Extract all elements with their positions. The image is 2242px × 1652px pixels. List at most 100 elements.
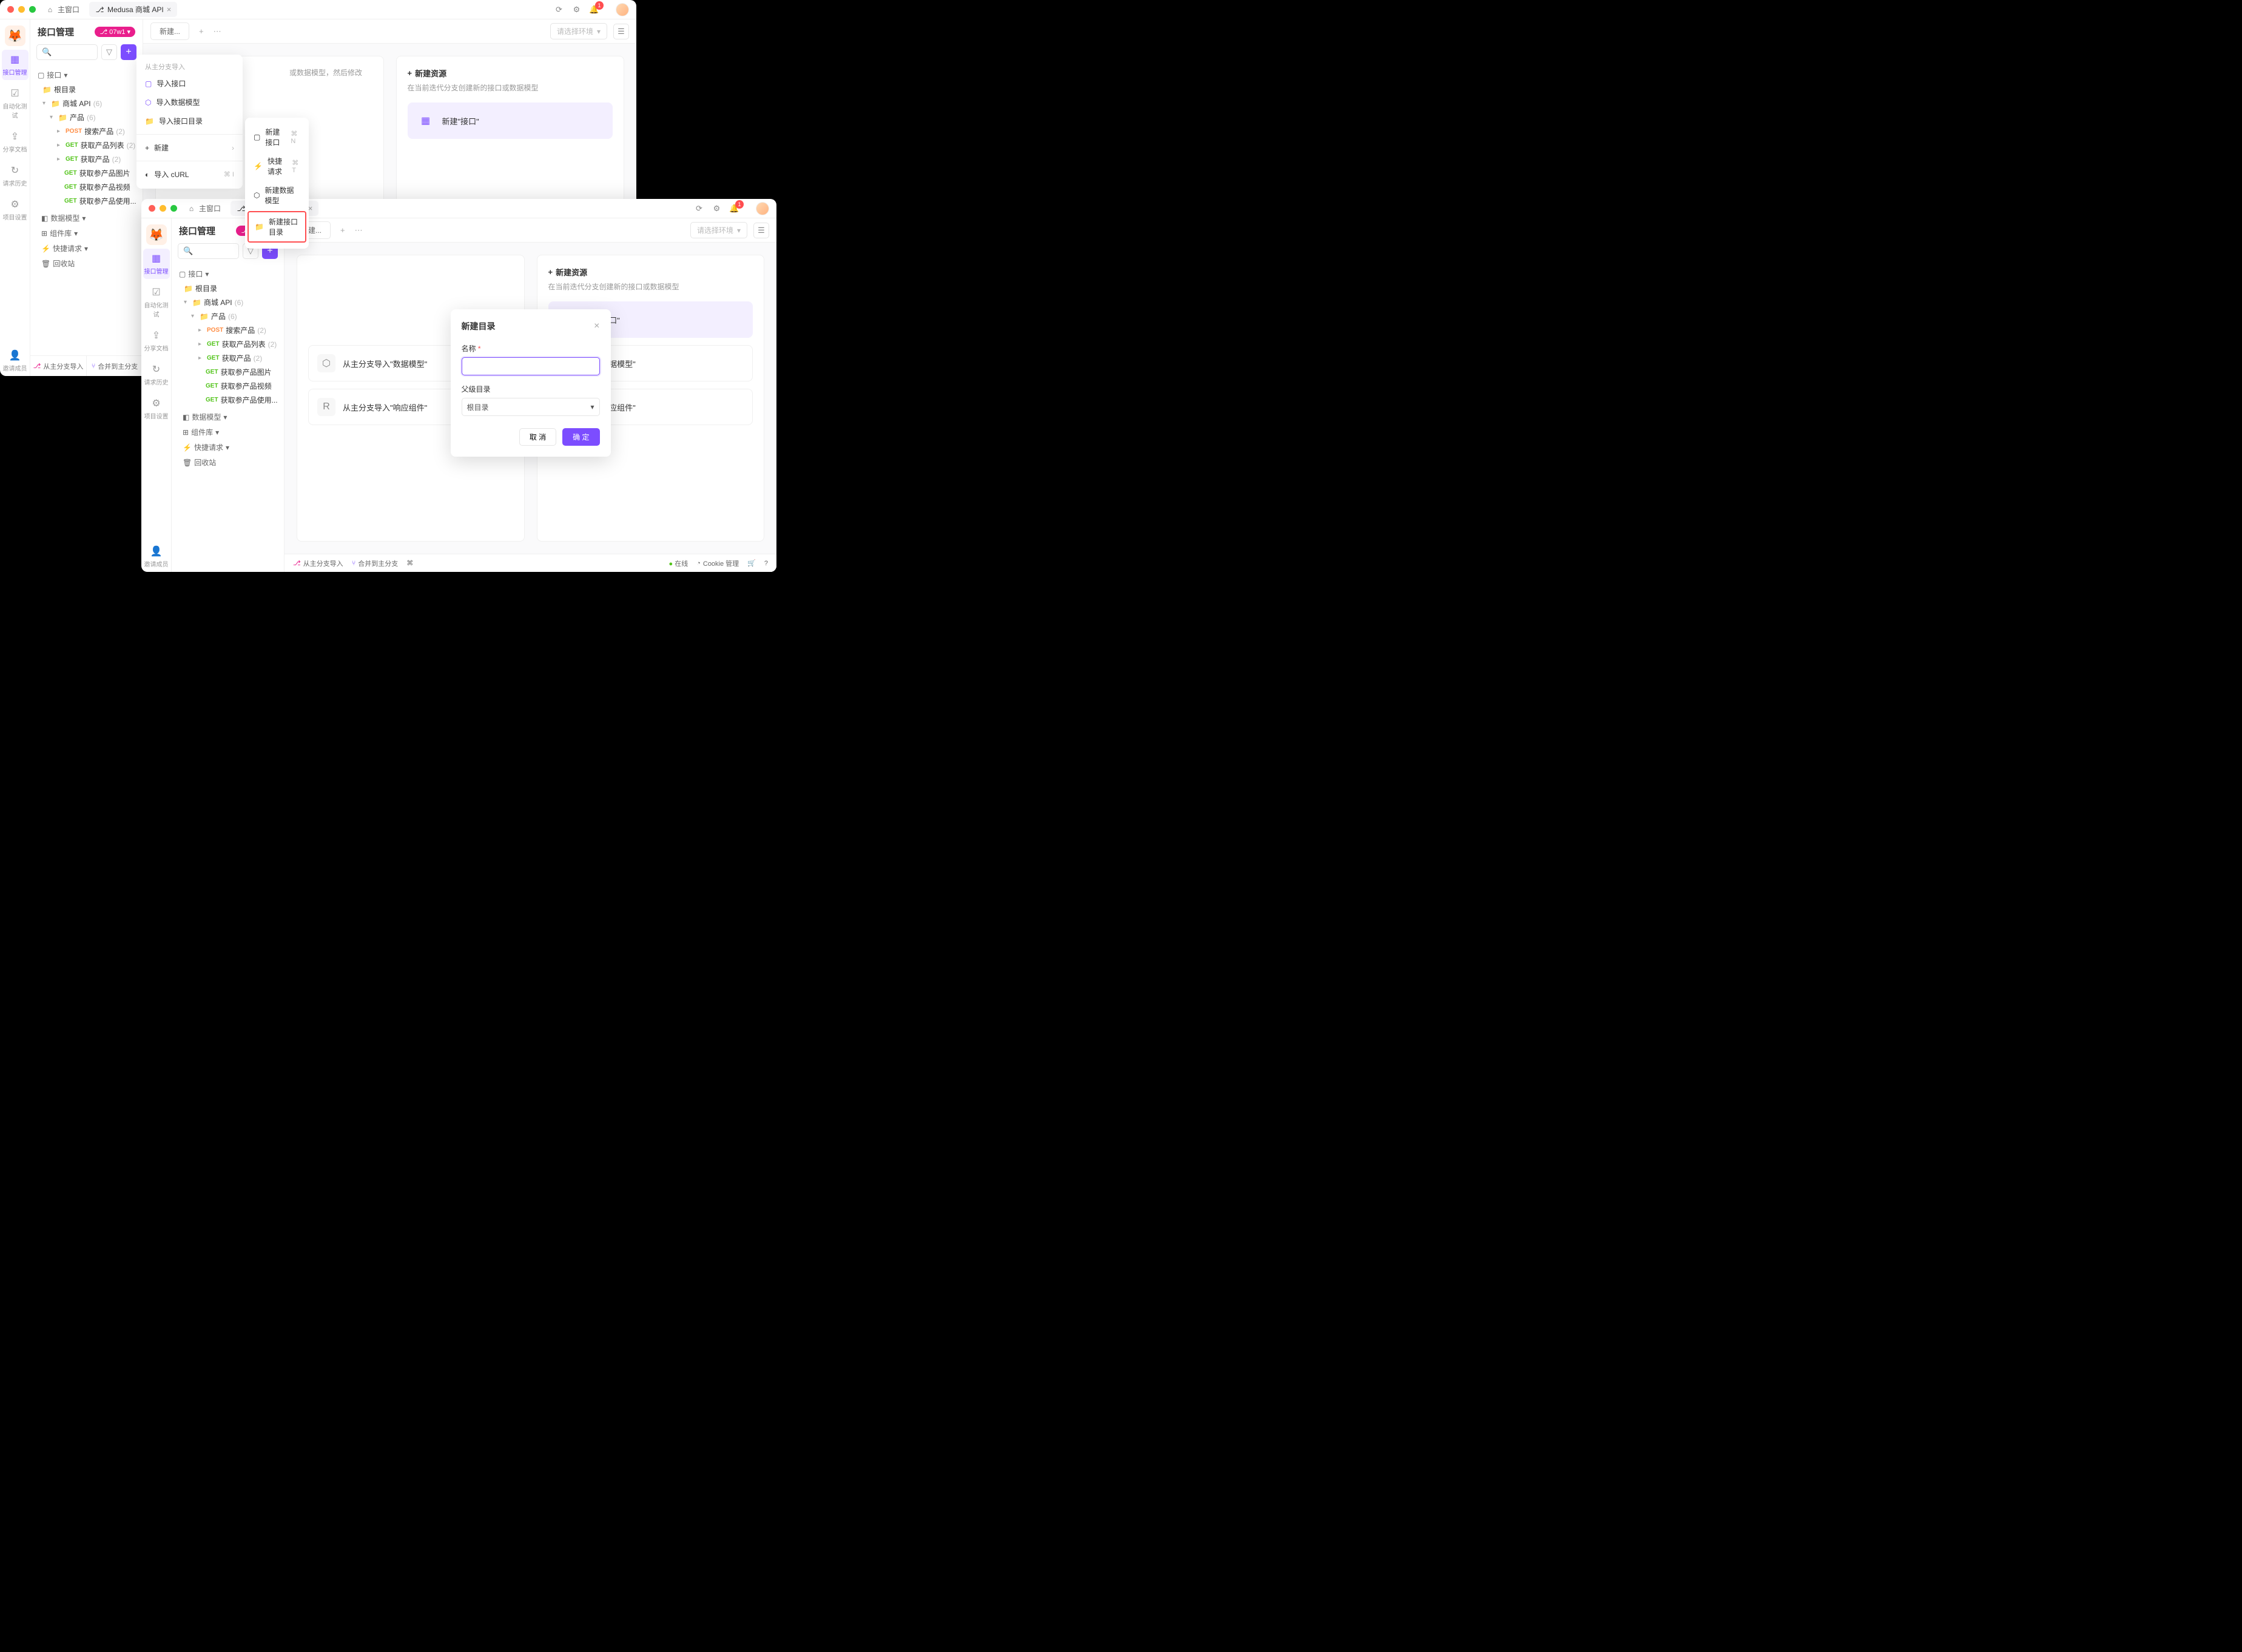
- tree-api-item[interactable]: GET 获取参产品视频: [175, 379, 280, 393]
- tab-menu-button[interactable]: ⋯: [214, 27, 221, 36]
- nav-share-docs[interactable]: ⇪分享文档: [143, 326, 170, 356]
- new-api-card-item[interactable]: ▦ 新建"接口": [408, 102, 613, 139]
- dialog-close-button[interactable]: ×: [594, 321, 599, 332]
- tree-mall-folder[interactable]: ▾📁商城 API (6): [175, 295, 280, 309]
- menu-quick-request[interactable]: ⚡快捷请求⌘ T: [245, 152, 309, 181]
- tree-api-item[interactable]: GET 获取参产品图片: [34, 166, 139, 180]
- nav-project-settings[interactable]: ⚙项目设置: [2, 195, 29, 225]
- tree-api-item[interactable]: ▸GET 获取产品 (2): [34, 152, 139, 166]
- nav-request-history[interactable]: ↻请求历史: [143, 360, 170, 390]
- avatar[interactable]: [616, 3, 629, 16]
- sync-icon[interactable]: ⟳: [554, 5, 564, 14]
- filter-button[interactable]: ▽: [101, 44, 117, 60]
- menu-import-model[interactable]: ⬡导入数据模型: [136, 93, 243, 112]
- cookie-manager-button[interactable]: ◔Cookie 管理: [696, 559, 739, 568]
- nav-share-docs[interactable]: ⇪分享文档: [2, 127, 29, 157]
- nav-invite-members[interactable]: 👤邀请成员: [2, 346, 29, 376]
- new-tab[interactable]: 新建...: [150, 22, 189, 40]
- settings-icon[interactable]: ⚙: [712, 204, 721, 213]
- tree-section-header[interactable]: ▢接口▾: [175, 266, 280, 281]
- chevron-right-icon: ▸: [198, 327, 204, 334]
- close-window-icon[interactable]: [149, 205, 155, 212]
- tree-section-header[interactable]: ▢接口▾: [34, 67, 139, 82]
- api-tab[interactable]: ⎇ Medusa 商城 API ×: [89, 2, 177, 17]
- sidebar-section-quick-request[interactable]: ⚡快捷请求▾: [38, 241, 135, 256]
- home-tab[interactable]: ⌂ 主窗口: [41, 4, 84, 15]
- avatar[interactable]: [756, 202, 769, 215]
- status-import-button[interactable]: ⎇从主分支导入: [293, 559, 343, 568]
- tree-api-item[interactable]: GET 获取参产品视频: [34, 180, 139, 194]
- sidebar-section-data-model[interactable]: ◧数据模型▾: [179, 409, 277, 425]
- name-input[interactable]: [462, 357, 600, 375]
- import-from-main-button[interactable]: ⎇从主分支导入: [30, 356, 87, 376]
- panel-toggle-button[interactable]: ☰: [753, 223, 769, 238]
- menu-new-api[interactable]: ▢新建接口⌘ N: [245, 123, 309, 152]
- tree-root-folder[interactable]: 📁根目录: [175, 281, 280, 295]
- tree-api-item[interactable]: ▸POST 搜索产品 (2): [175, 323, 280, 337]
- home-tab[interactable]: ⌂主窗口: [182, 203, 226, 213]
- minimize-window-icon[interactable]: [18, 6, 25, 13]
- environment-select[interactable]: 请选择环境▾: [690, 222, 747, 238]
- sidebar-section-trash[interactable]: 🗑回收站: [38, 256, 135, 271]
- add-tab-button[interactable]: +: [195, 27, 207, 36]
- sidebar-section-trash[interactable]: 🗑回收站: [179, 455, 277, 470]
- minimize-window-icon[interactable]: [160, 205, 166, 212]
- tree-mall-folder[interactable]: ▾📁商城 API (6): [34, 96, 139, 110]
- nav-request-history[interactable]: ↻请求历史: [2, 161, 29, 191]
- panel-toggle-button[interactable]: ☰: [613, 24, 629, 39]
- notifications-button[interactable]: 🔔 1: [590, 5, 607, 14]
- tree-api-item[interactable]: ▸GET 获取产品列表 (2): [175, 337, 280, 351]
- tree-product-folder[interactable]: ▾📁产品 (6): [175, 309, 280, 323]
- tab-menu-button[interactable]: ⋯: [355, 226, 363, 235]
- plus-icon: +: [408, 69, 412, 78]
- app-logo[interactable]: 🦊: [5, 25, 25, 46]
- notifications-button[interactable]: 🔔1: [730, 204, 747, 213]
- tree-api-item[interactable]: GET 获取参产品图片: [175, 365, 280, 379]
- menu-new-model[interactable]: ⬡新建数据模型: [245, 181, 309, 210]
- nav-api-management[interactable]: ▦接口管理: [2, 50, 29, 80]
- menu-import-api[interactable]: ▢导入接口: [136, 74, 243, 93]
- nav-project-settings[interactable]: ⚙项目设置: [143, 394, 170, 424]
- parent-folder-select[interactable]: 根目录▾: [462, 398, 600, 416]
- maximize-window-icon[interactable]: [29, 6, 36, 13]
- nav-api-management[interactable]: ▦接口管理: [143, 249, 170, 279]
- menu-new-folder[interactable]: 📁新建接口目录: [247, 211, 306, 243]
- branch-pill[interactable]: ⎇07w1▾: [95, 27, 135, 37]
- tree-product-folder[interactable]: ▾📁产品 (6): [34, 110, 139, 124]
- merge-to-main-button[interactable]: ⑂合并到主分支: [87, 356, 143, 376]
- tree-api-item[interactable]: ▸POST 搜索产品 (2): [34, 124, 139, 138]
- search-input[interactable]: 🔍: [36, 44, 98, 60]
- confirm-button[interactable]: 确 定: [562, 428, 599, 446]
- sidebar-section-components[interactable]: ⊞组件库▾: [38, 226, 135, 241]
- environment-select[interactable]: 请选择环境▾: [550, 23, 607, 39]
- nav-invite-members[interactable]: 👤邀请成员: [143, 542, 170, 572]
- add-tab-button[interactable]: +: [337, 226, 349, 235]
- cancel-button[interactable]: 取 消: [519, 428, 556, 446]
- menu-import-curl[interactable]: ◐导入 cURL⌘ I: [136, 165, 243, 184]
- tree-api-item[interactable]: ▸GET 获取产品列表 (2): [34, 138, 139, 152]
- app-logo[interactable]: 🦊: [146, 224, 167, 245]
- sidebar-section-components[interactable]: ⊞组件库▾: [179, 425, 277, 440]
- nav-automation-test[interactable]: ☑自动化测试: [2, 84, 29, 123]
- menu-import-folder[interactable]: 📁导入接口目录: [136, 112, 243, 130]
- close-tab-icon[interactable]: ×: [167, 5, 172, 14]
- tree-root-folder[interactable]: 📁根目录: [34, 82, 139, 96]
- maximize-window-icon[interactable]: [170, 205, 177, 212]
- cart-icon[interactable]: 🛒: [747, 559, 756, 567]
- nav-automation-test[interactable]: ☑自动化测试: [143, 283, 170, 322]
- sidebar-section-data-model[interactable]: ◧数据模型▾: [38, 210, 135, 226]
- tree-api-item[interactable]: GET 获取参产品使用...: [34, 194, 139, 208]
- settings-icon[interactable]: ⚙: [572, 5, 581, 14]
- search-input[interactable]: 🔍: [178, 243, 239, 259]
- help-icon[interactable]: ?: [764, 560, 768, 567]
- tree-api-item[interactable]: GET 获取参产品使用...: [175, 393, 280, 407]
- add-button[interactable]: +: [121, 44, 136, 60]
- model-icon: ◧: [41, 214, 48, 223]
- terminal-icon[interactable]: ⌘: [406, 559, 413, 567]
- tree-api-item[interactable]: ▸GET 获取产品 (2): [175, 351, 280, 365]
- close-window-icon[interactable]: [7, 6, 14, 13]
- sidebar-section-quick-request[interactable]: ⚡快捷请求▾: [179, 440, 277, 455]
- status-merge-button[interactable]: ⑂合并到主分支: [352, 559, 399, 568]
- menu-new[interactable]: +新建›: [136, 138, 243, 157]
- sync-icon[interactable]: ⟳: [695, 204, 704, 213]
